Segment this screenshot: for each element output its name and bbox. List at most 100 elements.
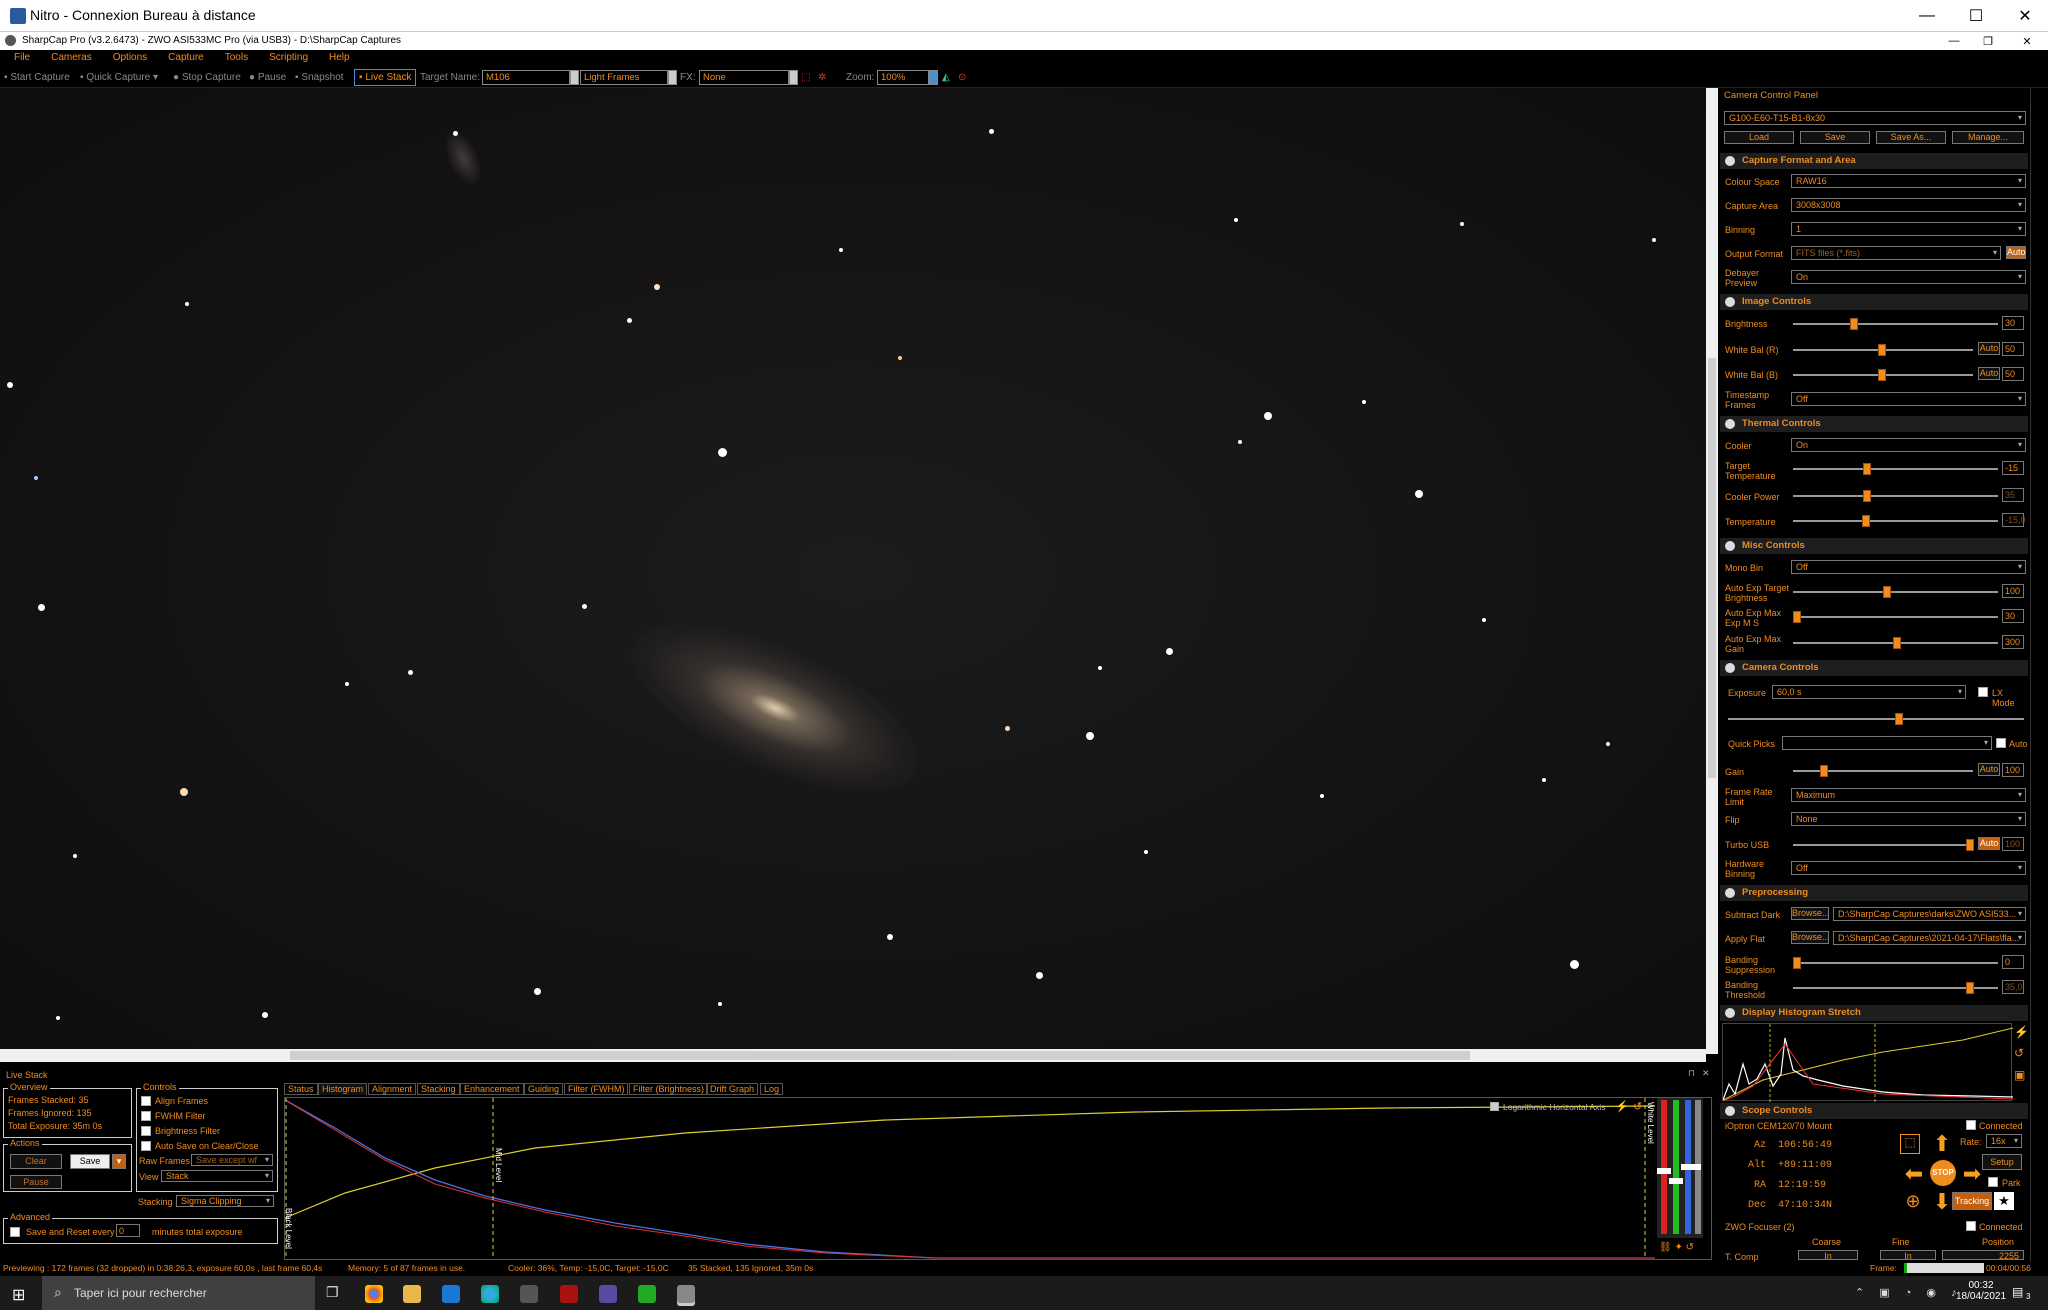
flip-select[interactable]: None bbox=[1791, 812, 2026, 826]
align-frames-checkbox[interactable] bbox=[141, 1096, 151, 1106]
section-image-controls[interactable]: Image Controls bbox=[1720, 294, 2028, 310]
goto-icon[interactable]: ⬚ bbox=[1900, 1134, 1920, 1154]
tab-filter-fwhm[interactable]: Filter (FWHM) bbox=[564, 1083, 629, 1095]
frame-rate-select[interactable]: Maximum bbox=[1791, 788, 2026, 802]
ae-max-exp-value[interactable]: 30 bbox=[2002, 609, 2024, 623]
focuser-connected-checkbox[interactable] bbox=[1966, 1221, 1976, 1231]
north-arrow-icon[interactable]: ⬆ bbox=[1930, 1132, 1954, 1156]
image-vertical-scrollbar[interactable] bbox=[1706, 88, 1718, 1054]
wb-r-knob[interactable] bbox=[1878, 344, 1886, 356]
app-icon-3[interactable] bbox=[599, 1285, 617, 1303]
exposure-input[interactable]: 60,0 s bbox=[1772, 685, 1966, 699]
stop-capture-button[interactable]: ● Stop Capture bbox=[173, 72, 241, 83]
target-temp-knob[interactable] bbox=[1863, 463, 1871, 475]
menu-file[interactable]: File bbox=[0, 50, 37, 67]
quick-picks-select[interactable] bbox=[1782, 736, 1992, 750]
system-tray-icons[interactable]: ⌃ ▣ ◔ ◉ ♪ bbox=[1855, 1286, 1963, 1299]
subtract-dark-browse[interactable]: Browse... bbox=[1791, 907, 1830, 920]
frame-type-select[interactable]: Light Frames bbox=[580, 70, 668, 85]
quick-capture-button[interactable]: ▪ Quick Capture ▾ bbox=[80, 72, 158, 83]
exposure-slider[interactable] bbox=[1728, 718, 2024, 720]
star-sync-icon[interactable]: ★ bbox=[1994, 1192, 2014, 1210]
sharpcap-minimize-button[interactable]: — bbox=[1937, 32, 1971, 50]
cooler-select[interactable]: On bbox=[1791, 438, 2026, 452]
debayer-select[interactable]: On bbox=[1791, 270, 2026, 284]
menu-scripting[interactable]: Scripting bbox=[255, 50, 315, 67]
tab-stacking[interactable]: Stacking bbox=[417, 1083, 460, 1095]
app-icon-4[interactable] bbox=[638, 1285, 656, 1303]
ae-max-exp-knob[interactable] bbox=[1793, 611, 1801, 623]
view-select[interactable]: Stack bbox=[161, 1170, 273, 1182]
green-channel-slider[interactable] bbox=[1673, 1100, 1679, 1234]
banding-suppression-slider[interactable] bbox=[1793, 962, 1998, 964]
reset-stretch-icon[interactable]: ↺ bbox=[2014, 1046, 2024, 1060]
turbo-usb-value[interactable]: 100 bbox=[2002, 837, 2024, 851]
clock[interactable]: 00:32 18/04/2021 bbox=[1956, 1280, 2006, 1302]
ae-max-gain-knob[interactable] bbox=[1893, 637, 1901, 649]
maximize-button[interactable]: ☐ bbox=[1953, 0, 1999, 32]
capture-area-select[interactable]: 3008x3008 bbox=[1791, 198, 2026, 212]
sharpcap-restore-button[interactable]: ❐ bbox=[1971, 32, 2005, 50]
reset-minutes-input[interactable]: 0 bbox=[116, 1224, 140, 1237]
fwhm-filter-checkbox[interactable] bbox=[141, 1111, 151, 1121]
menu-tools[interactable]: Tools bbox=[211, 50, 255, 67]
banding-threshold-value[interactable]: 35,0 bbox=[2002, 980, 2024, 994]
sharpcap-taskbar-icon[interactable] bbox=[677, 1285, 695, 1303]
notification-icon[interactable]: ▤ bbox=[2012, 1285, 2023, 1299]
tab-guiding[interactable]: Guiding bbox=[524, 1083, 564, 1095]
ae-max-gain-value[interactable]: 300 bbox=[2002, 635, 2024, 649]
save-dropdown-button[interactable]: ▾ bbox=[112, 1154, 126, 1169]
file-explorer-icon[interactable] bbox=[403, 1285, 421, 1303]
app-icon-2[interactable] bbox=[560, 1285, 578, 1303]
fx-select[interactable]: None bbox=[699, 70, 789, 85]
panel-scrollbar[interactable] bbox=[2030, 88, 2044, 1270]
section-thermal[interactable]: Thermal Controls bbox=[1720, 416, 2028, 432]
sliders-link-icon[interactable]: ⛓ ✦ ↺ bbox=[1659, 1242, 1694, 1253]
focuser-fine-in[interactable]: In bbox=[1880, 1250, 1936, 1261]
log-axis-checkbox[interactable] bbox=[1490, 1102, 1499, 1111]
live-stack-pin-icon[interactable]: ⊓ bbox=[1688, 1068, 1695, 1079]
edge-icon[interactable] bbox=[481, 1285, 499, 1303]
tab-status[interactable]: Status bbox=[284, 1083, 318, 1095]
apply-flat-select[interactable]: D:\SharpCap Captures\2021-04-17\Flats\fl… bbox=[1833, 931, 2026, 945]
pause-button[interactable]: ● Pause bbox=[249, 72, 286, 83]
reticle-icon[interactable]: ⊙ bbox=[958, 72, 966, 83]
vertical-scroll-thumb[interactable] bbox=[1708, 358, 1716, 778]
turbo-usb-knob[interactable] bbox=[1966, 839, 1974, 851]
west-arrow-icon[interactable]: ⬅ bbox=[1902, 1162, 1926, 1186]
ae-target-value[interactable]: 100 bbox=[2002, 584, 2024, 598]
auto-stretch-live-icon[interactable]: ⚡ bbox=[1615, 1100, 1629, 1113]
section-camera-controls[interactable]: Camera Controls bbox=[1720, 660, 2028, 676]
color-balance-sliders[interactable] bbox=[1657, 1098, 1703, 1238]
ae-max-exp-slider[interactable] bbox=[1793, 616, 1998, 618]
ae-target-slider[interactable] bbox=[1793, 591, 1998, 593]
clear-button[interactable]: Clear bbox=[10, 1154, 62, 1169]
save-stack-button[interactable]: Save bbox=[70, 1154, 110, 1169]
red-knob[interactable] bbox=[1657, 1168, 1671, 1174]
snapshot-button[interactable]: ▪ Snapshot bbox=[295, 72, 344, 83]
save-profile-button[interactable]: Save bbox=[1800, 131, 1870, 144]
close-button[interactable]: ✕ bbox=[2002, 0, 2048, 32]
gain-knob[interactable] bbox=[1820, 765, 1828, 777]
menu-capture[interactable]: Capture bbox=[154, 50, 211, 67]
auto-stretch-icon[interactable]: ⚡ bbox=[2014, 1025, 2029, 1039]
fx-icon[interactable]: ⬚ bbox=[801, 72, 810, 83]
ae-target-knob[interactable] bbox=[1883, 586, 1891, 598]
stacking-select[interactable]: Sigma Clipping bbox=[176, 1195, 274, 1207]
start-icon[interactable]: ⊞ bbox=[12, 1285, 25, 1305]
quick-picks-auto-checkbox[interactable] bbox=[1996, 738, 2006, 748]
apply-flat-browse[interactable]: Browse... bbox=[1791, 931, 1830, 944]
menu-cameras[interactable]: Cameras bbox=[37, 50, 99, 67]
sharpcap-close-button[interactable]: ✕ bbox=[2010, 32, 2044, 50]
red-channel-slider[interactable] bbox=[1661, 1100, 1667, 1234]
brightness-value[interactable]: 30 bbox=[2002, 316, 2024, 330]
horizontal-scroll-thumb[interactable] bbox=[290, 1051, 1470, 1060]
camera-preview-image[interactable] bbox=[0, 88, 1706, 1054]
turbo-usb-slider[interactable] bbox=[1793, 844, 1973, 846]
focuser-position-value[interactable]: 2255 bbox=[1942, 1250, 2024, 1261]
tab-alignment[interactable]: Alignment bbox=[368, 1083, 417, 1095]
fx-clear-icon[interactable]: ✲ bbox=[818, 72, 826, 83]
east-arrow-icon[interactable]: ➡ bbox=[1960, 1162, 1984, 1186]
auto-save-checkbox[interactable] bbox=[141, 1141, 151, 1151]
green-knob[interactable] bbox=[1669, 1178, 1683, 1184]
